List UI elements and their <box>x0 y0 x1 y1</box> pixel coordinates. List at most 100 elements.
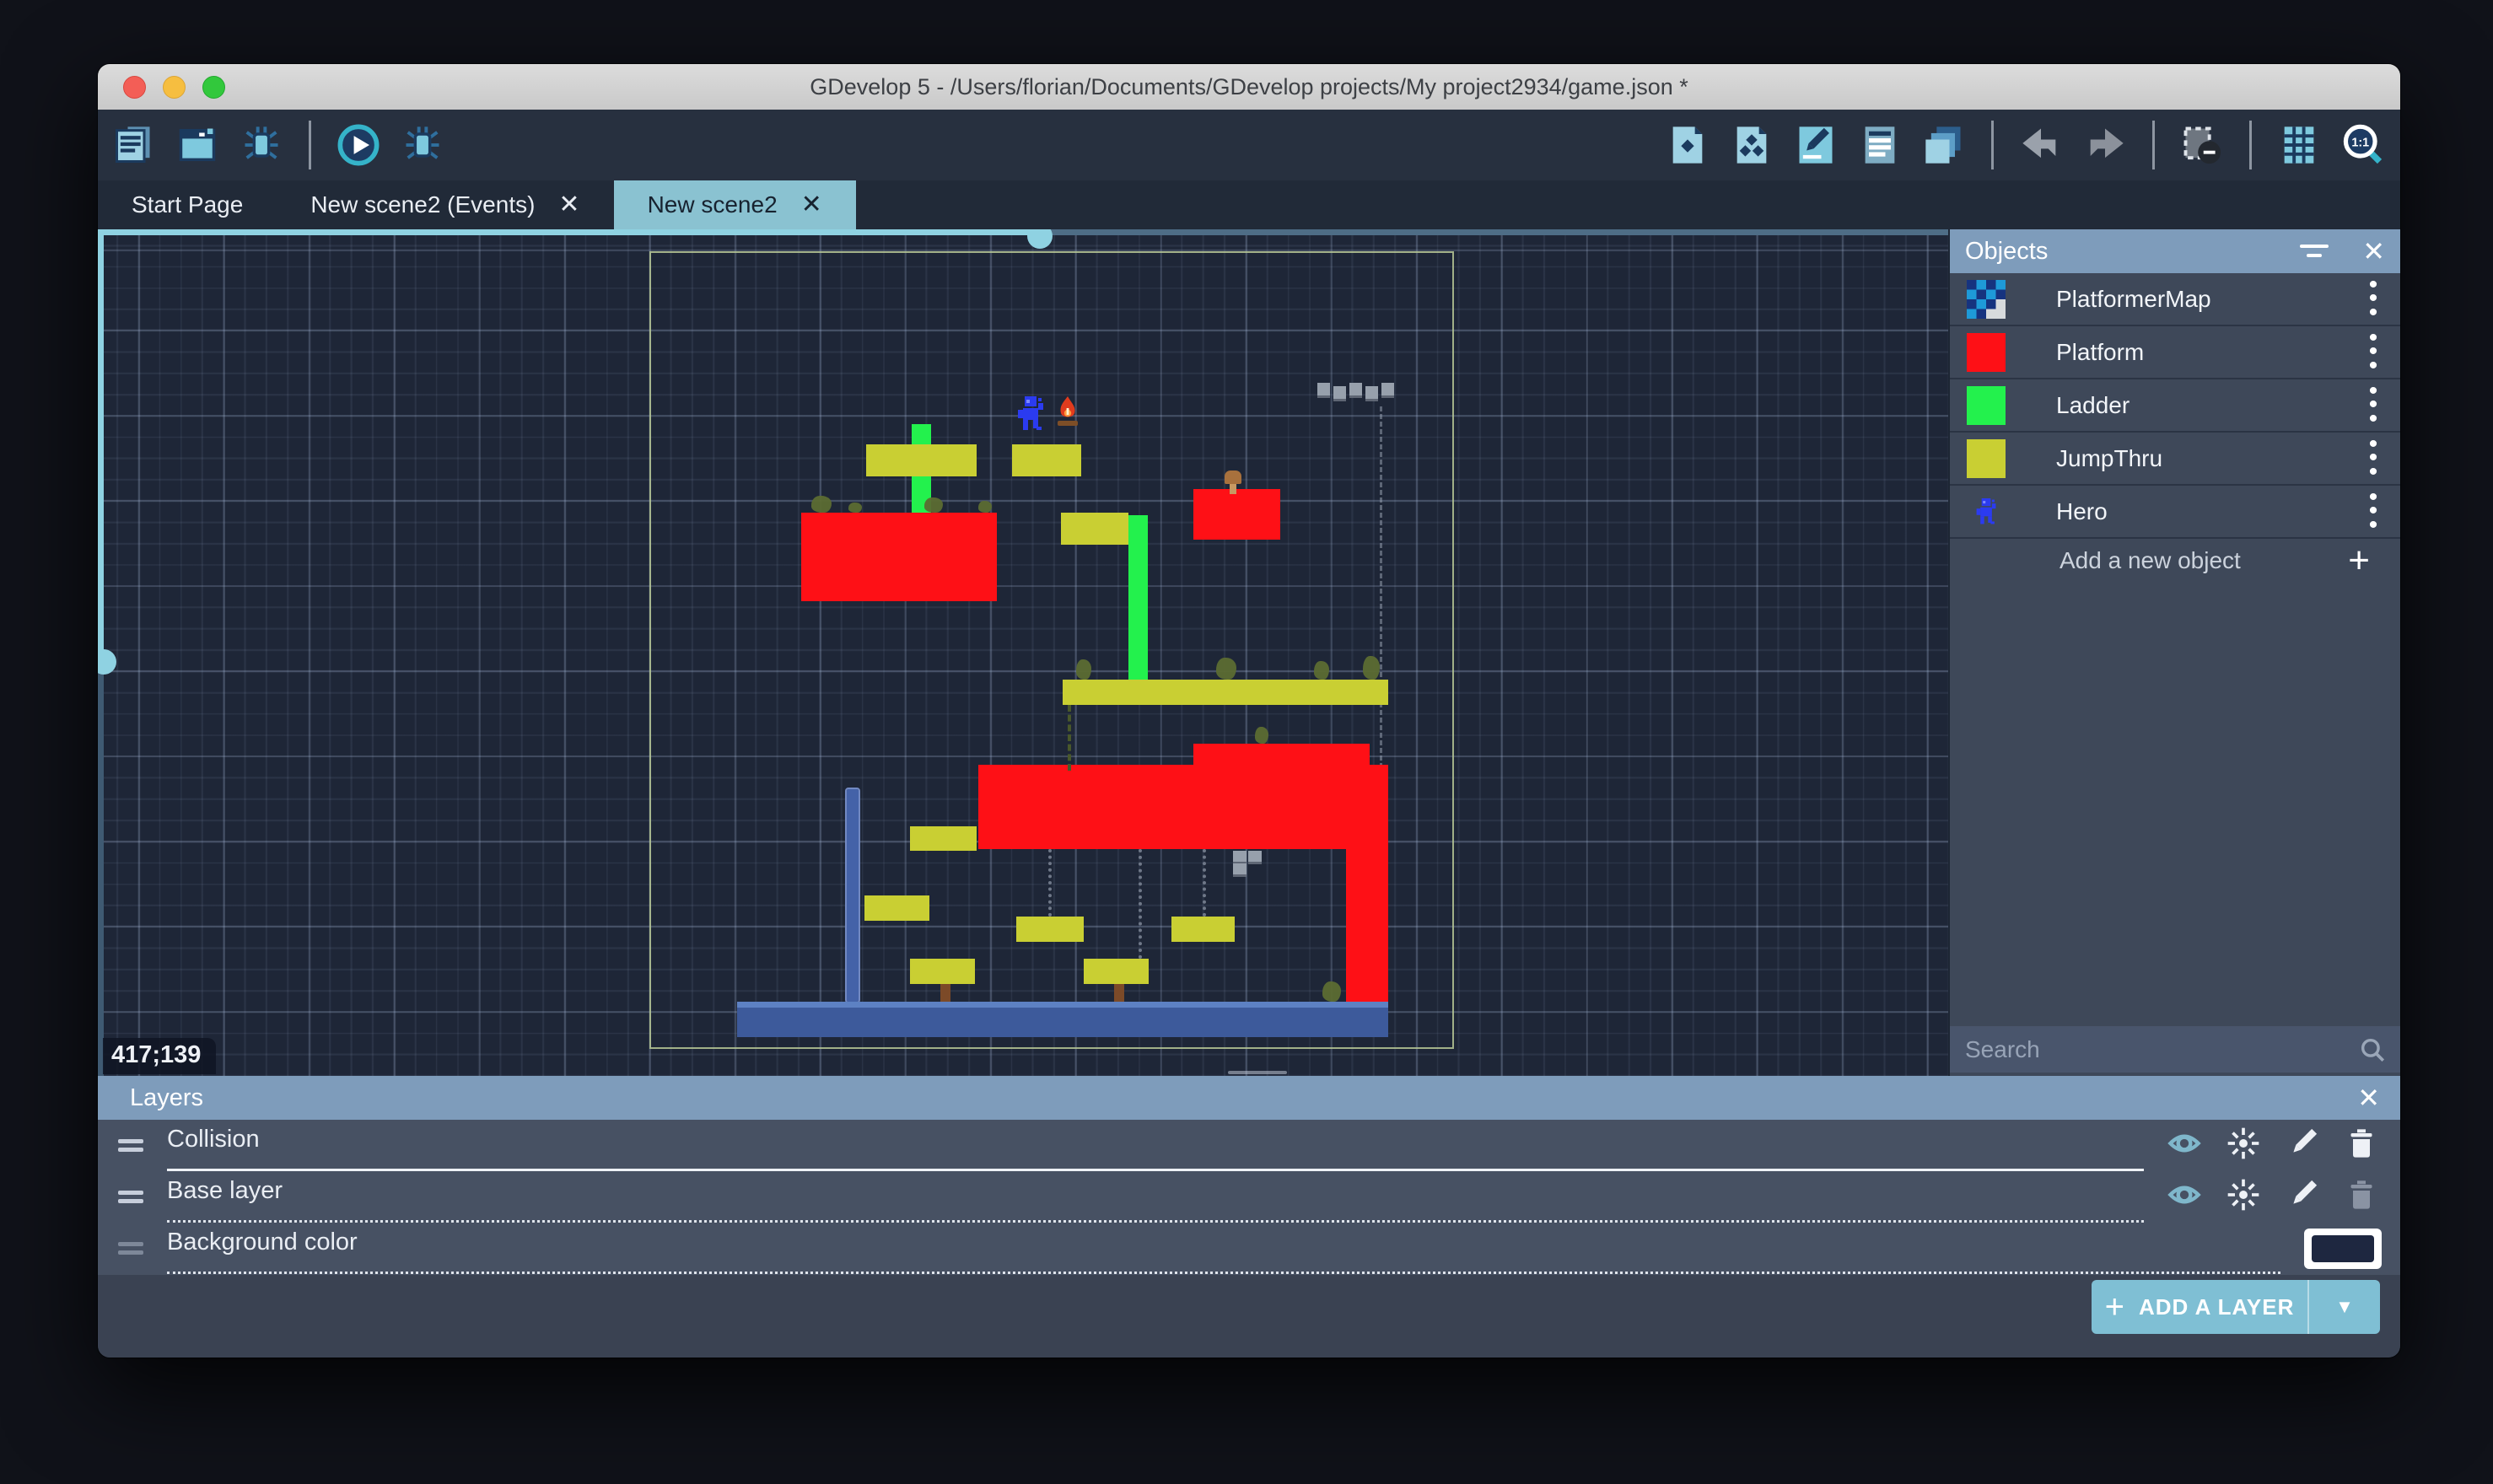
filter-icon[interactable] <box>2300 243 2329 260</box>
layer-name-field[interactable]: Collision <box>167 1120 2144 1171</box>
jumpthru-object[interactable] <box>1016 917 1084 942</box>
jumpthru-object[interactable] <box>910 959 975 984</box>
layer-effects-icon[interactable] <box>2226 1178 2260 1216</box>
grass-decor <box>1255 727 1268 744</box>
jumpthru-object[interactable] <box>1063 680 1388 705</box>
toolbar-left-group <box>110 110 446 180</box>
platform-object[interactable] <box>801 513 997 601</box>
object-row-platformermap[interactable]: PlatformerMap••• <box>1950 273 2400 326</box>
objects-panel-header: Objects ✕ <box>1950 229 2400 273</box>
brick-decor <box>1381 383 1394 395</box>
debug-preview-icon[interactable] <box>399 121 446 169</box>
grid-icon[interactable] <box>2275 121 2323 169</box>
platform-object[interactable] <box>1346 849 1388 1002</box>
close-objects-panel-icon[interactable]: ✕ <box>2362 238 2385 265</box>
drag-handle-icon[interactable] <box>118 1190 143 1205</box>
objects-list-icon[interactable] <box>1664 121 1711 169</box>
undo-icon[interactable] <box>2017 121 2065 169</box>
layer-visibility-icon[interactable] <box>2167 1126 2201 1164</box>
floor-object[interactable] <box>737 1002 1388 1037</box>
main-toolbar: 1:1 <box>98 110 2400 180</box>
object-menu-icon[interactable]: ••• <box>2358 491 2388 533</box>
brick-decor <box>1233 851 1246 862</box>
scene-canvas[interactable]: 417;139 <box>98 229 1948 1076</box>
tab-new-scene2-events-[interactable]: New scene2 (Events)✕ <box>277 180 613 229</box>
chain-decor <box>1048 849 1055 917</box>
vertical-scrollbar-thumb[interactable] <box>98 649 116 675</box>
add-object-row[interactable]: Add a new object + <box>1950 539 2400 583</box>
layer-edit-icon[interactable] <box>2286 1178 2319 1216</box>
drag-handle-icon[interactable] <box>118 1241 143 1256</box>
grass-decor <box>1076 659 1091 680</box>
object-thumbnail <box>1967 280 2006 319</box>
layer-edit-icon[interactable] <box>2286 1126 2319 1164</box>
project-manager-icon[interactable] <box>110 121 157 169</box>
play-preview-icon[interactable] <box>335 121 382 169</box>
layer-delete-icon[interactable] <box>2345 1178 2378 1216</box>
debugger-icon[interactable] <box>238 121 285 169</box>
jumpthru-object[interactable] <box>910 826 977 851</box>
layer-name-field[interactable]: Background color <box>167 1223 2280 1274</box>
edit-scene-icon[interactable] <box>1792 121 1839 169</box>
add-layer-button[interactable]: + ADD A LAYER ▼ <box>2092 1280 2380 1334</box>
plus-icon: + <box>2105 1288 2125 1326</box>
tab-new-scene2[interactable]: New scene2✕ <box>614 180 856 229</box>
object-row-ladder[interactable]: Ladder••• <box>1950 379 2400 433</box>
grass-decor <box>1322 981 1341 1002</box>
layers-icon[interactable] <box>1920 121 1968 169</box>
zoom-window-button[interactable] <box>202 76 225 99</box>
layer-name: Base layer <box>167 1177 283 1213</box>
drag-handle-icon[interactable] <box>118 1138 143 1153</box>
layer-effects-icon[interactable] <box>2226 1126 2260 1164</box>
layer-name-field[interactable]: Base layer <box>167 1171 2144 1223</box>
toolbar-separator <box>2152 121 2155 169</box>
brick-decor <box>1317 383 1330 395</box>
brick-decor <box>1365 386 1378 399</box>
minimize-window-button[interactable] <box>163 76 186 99</box>
layer-delete-icon[interactable] <box>2345 1126 2378 1164</box>
window-titlebar[interactable]: GDevelop 5 - /Users/florian/Documents/GD… <box>98 64 2400 110</box>
horizontal-scrollbar-thumb[interactable] <box>1027 229 1053 249</box>
background-color-swatch[interactable] <box>2304 1229 2382 1269</box>
platform-object[interactable] <box>978 765 1388 849</box>
platform-object[interactable] <box>1193 489 1280 540</box>
object-name: PlatformerMap <box>2056 286 2358 313</box>
jumpthru-object[interactable] <box>1012 444 1081 476</box>
layer-visibility-icon[interactable] <box>2167 1178 2201 1216</box>
object-menu-icon[interactable]: ••• <box>2358 438 2388 480</box>
object-groups-icon[interactable] <box>1728 121 1775 169</box>
mask-icon[interactable] <box>2178 121 2226 169</box>
close-window-button[interactable] <box>123 76 146 99</box>
jumpthru-object[interactable] <box>864 895 929 921</box>
tab-start-page[interactable]: Start Page <box>98 180 277 229</box>
close-tab-icon[interactable]: ✕ <box>801 192 822 218</box>
jumpthru-object[interactable] <box>866 444 977 476</box>
desktop-background: GDevelop 5 - /Users/florian/Documents/GD… <box>0 0 2493 1484</box>
search-icon <box>2358 1035 2387 1064</box>
redo-icon[interactable] <box>2081 121 2129 169</box>
object-row-hero[interactable]: Hero••• <box>1950 486 2400 539</box>
vertical-scrollbar[interactable] <box>98 229 104 1076</box>
scene-window-icon[interactable] <box>174 121 221 169</box>
zoom-1-1-icon[interactable]: 1:1 <box>2340 121 2387 169</box>
layer-row-base-layer: Base layer <box>98 1171 2400 1223</box>
object-menu-icon[interactable]: ••• <box>2358 331 2388 374</box>
jumpthru-object[interactable] <box>1084 959 1149 984</box>
object-row-jumpthru[interactable]: JumpThru••• <box>1950 433 2400 486</box>
close-tab-icon[interactable]: ✕ <box>558 192 579 218</box>
ladder-object[interactable] <box>1128 515 1148 681</box>
scene-properties-icon[interactable] <box>1856 121 1903 169</box>
chain-decor <box>1203 849 1209 917</box>
object-search[interactable] <box>1950 1026 2400 1073</box>
object-row-platform[interactable]: Platform••• <box>1950 326 2400 379</box>
jumpthru-object[interactable] <box>1061 513 1128 545</box>
object-menu-icon[interactable]: ••• <box>2358 384 2388 427</box>
object-menu-icon[interactable]: ••• <box>2358 278 2388 320</box>
platform-object[interactable] <box>1193 744 1370 766</box>
horizontal-scrollbar[interactable] <box>98 229 1948 235</box>
close-layers-panel-icon[interactable]: ✕ <box>2357 1084 2380 1111</box>
hero-object[interactable] <box>1016 396 1045 432</box>
add-layer-dropdown[interactable]: ▼ <box>2307 1280 2380 1334</box>
object-search-input[interactable] <box>1963 1035 2358 1064</box>
jumpthru-object[interactable] <box>1171 917 1235 942</box>
